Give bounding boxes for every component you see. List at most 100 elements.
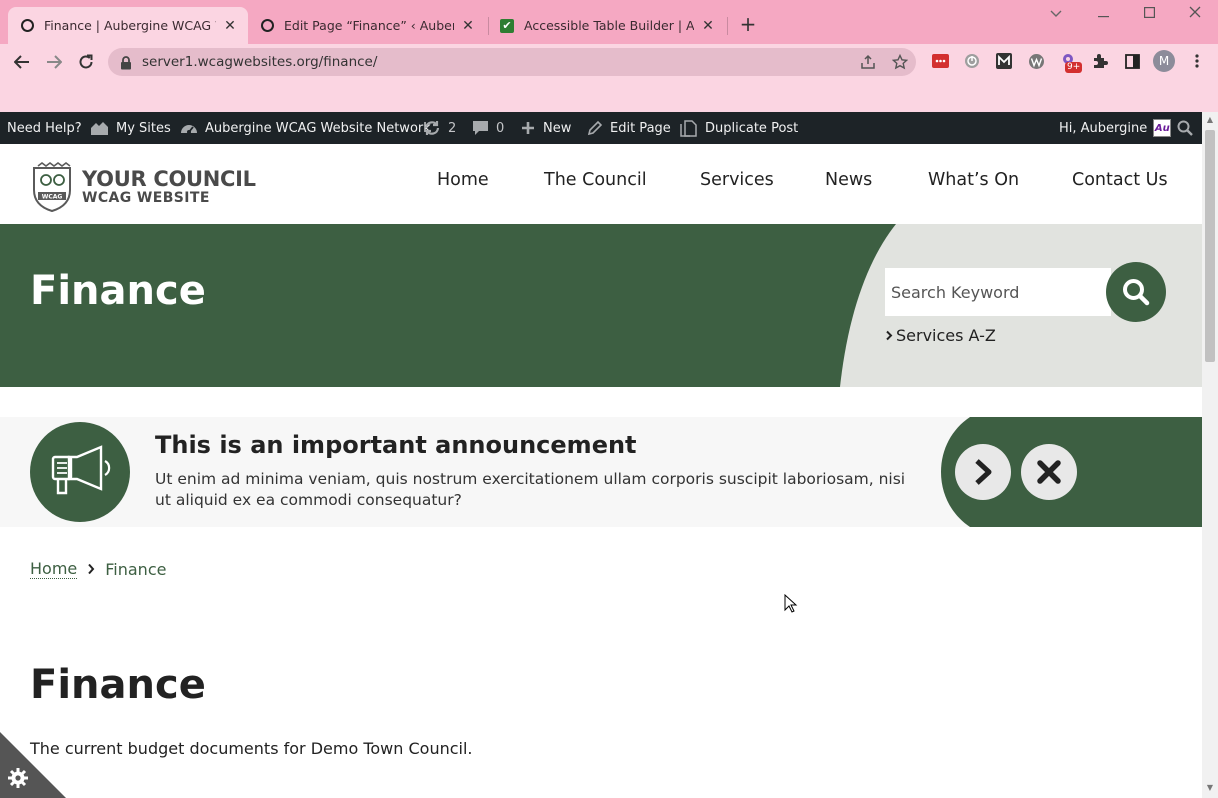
extension-power-icon[interactable] xyxy=(963,52,981,70)
wp-admin-bar: Need Help? My Sites Aubergine WCAG Websi… xyxy=(0,112,1202,144)
extension-w-icon[interactable] xyxy=(1027,52,1045,70)
search-icon xyxy=(1123,279,1150,306)
chevron-right-icon xyxy=(886,330,893,341)
my-sites-link[interactable]: My Sites xyxy=(90,112,171,144)
minimize-window-button[interactable] xyxy=(1093,6,1113,24)
nav-contact-us[interactable]: Contact Us xyxy=(1072,170,1168,194)
page-intro-text: The current budget documents for Demo To… xyxy=(30,739,473,758)
comment-bubble-icon xyxy=(473,121,488,135)
back-button[interactable] xyxy=(10,52,34,72)
gear-icon xyxy=(8,768,28,788)
need-help-link[interactable]: Need Help? xyxy=(7,112,82,144)
breadcrumb: Home Finance xyxy=(30,559,166,579)
announcement-title: This is an important announcement xyxy=(155,431,637,459)
new-tab-button[interactable]: + xyxy=(738,14,758,34)
tab-title: Finance | Aubergine WCAG Webs xyxy=(44,18,216,33)
logo-title: YOUR COUNCIL xyxy=(82,167,256,191)
houses-icon xyxy=(91,122,108,135)
mouse-cursor-icon xyxy=(784,593,798,618)
reload-button[interactable] xyxy=(74,52,98,72)
user-avatar-icon: Au xyxy=(1153,119,1172,137)
browser-menu-icon[interactable] xyxy=(1188,52,1206,70)
profile-avatar[interactable]: M xyxy=(1153,50,1175,72)
url-text: server1.wcagwebsites.org/finance/ xyxy=(142,54,378,70)
tab-finance[interactable]: Finance | Aubergine WCAG Webs ✕ xyxy=(8,7,248,44)
tab-title: Edit Page “Finance” ‹ Aubergine W xyxy=(284,18,454,33)
browser-tab-strip: Finance | Aubergine WCAG Webs ✕ Edit Pag… xyxy=(0,0,1218,44)
lock-icon xyxy=(120,55,132,74)
new-label: New xyxy=(543,120,572,136)
page-scrollbar[interactable]: ▲ ▼ xyxy=(1202,112,1218,798)
close-icon[interactable]: ✕ xyxy=(222,18,238,34)
council-crest-icon: WCAG xyxy=(33,162,71,212)
nav-whats-on[interactable]: What’s On xyxy=(928,170,1019,194)
logo-badge-text: WCAG xyxy=(42,194,63,201)
close-icon xyxy=(1037,460,1061,484)
duplicate-post-link[interactable]: Duplicate Post xyxy=(679,112,798,144)
hero-title: Finance xyxy=(30,268,206,314)
pencil-icon xyxy=(587,120,603,136)
scroll-down-arrow-icon[interactable]: ▼ xyxy=(1206,784,1214,792)
site-logo[interactable]: WCAG YOUR COUNCIL WCAG WEBSITE xyxy=(30,162,256,212)
accessibility-settings-button[interactable] xyxy=(0,732,66,798)
duplicate-icon xyxy=(680,120,697,137)
nav-news[interactable]: News xyxy=(825,170,872,194)
my-sites-label: My Sites xyxy=(116,120,171,136)
chevron-right-icon xyxy=(975,459,992,485)
greeting-label: Hi, Aubergine xyxy=(1059,120,1148,136)
account-menu[interactable]: Hi, Aubergine Au xyxy=(1059,112,1172,144)
comments-link[interactable]: 0 xyxy=(472,112,504,144)
close-window-button[interactable] xyxy=(1185,6,1205,24)
site-favicon-icon xyxy=(260,19,274,33)
tab-search-chevron-icon[interactable] xyxy=(1046,6,1066,24)
nav-the-council[interactable]: The Council xyxy=(544,170,647,194)
extensions-puzzle-icon[interactable] xyxy=(1091,52,1109,70)
search-button[interactable] xyxy=(1106,262,1166,322)
services-az-label: Services A-Z xyxy=(896,326,996,345)
page-title: Finance xyxy=(30,662,206,708)
new-content-link[interactable]: New xyxy=(520,112,571,144)
tab-edit-page[interactable]: Edit Page “Finance” ‹ Aubergine W ✕ xyxy=(248,7,486,44)
edit-page-link[interactable]: Edit Page xyxy=(587,112,671,144)
dashboard-gauge-icon xyxy=(181,125,197,134)
extension-red-icon[interactable] xyxy=(931,52,949,70)
extension-m-icon[interactable] xyxy=(995,52,1013,70)
scrollbar-thumb[interactable] xyxy=(1205,130,1215,362)
search-input[interactable] xyxy=(885,268,1111,316)
plus-icon xyxy=(522,122,534,134)
tab-title: Accessible Table Builder | Accessi xyxy=(524,18,694,33)
scroll-up-arrow-icon[interactable]: ▲ xyxy=(1206,116,1214,124)
network-link[interactable]: Aubergine WCAG Website Network xyxy=(180,112,431,144)
side-panel-icon[interactable] xyxy=(1123,52,1141,70)
close-icon[interactable]: ✕ xyxy=(700,18,716,34)
updates-count: 2 xyxy=(448,120,457,136)
services-az-link[interactable]: Services A-Z xyxy=(885,326,996,345)
breadcrumb-current: Finance xyxy=(105,559,167,579)
breadcrumb-home-link[interactable]: Home xyxy=(30,559,78,579)
announcement-body: Ut enim ad minima veniam, quis nostrum e… xyxy=(155,470,906,509)
site-favicon-icon xyxy=(20,19,34,33)
close-icon[interactable]: ✕ xyxy=(460,18,476,34)
announcement-banner: This is an important announcement Ut eni… xyxy=(0,417,1202,527)
megaphone-icon xyxy=(30,422,130,522)
hero-banner: Finance Services A-Z xyxy=(0,224,1202,387)
announcement-next-button[interactable] xyxy=(955,444,1011,500)
nav-services[interactable]: Services xyxy=(700,170,774,194)
announcement-close-button[interactable] xyxy=(1021,444,1077,500)
updates-link[interactable]: 2 xyxy=(423,112,456,144)
tab-table-builder[interactable]: ✔ Accessible Table Builder | Accessi ✕ xyxy=(488,7,726,44)
bookmark-star-icon[interactable] xyxy=(891,53,909,70)
nav-home[interactable]: Home xyxy=(437,170,489,194)
admin-search-icon[interactable] xyxy=(1177,112,1200,144)
tab-divider xyxy=(727,17,728,35)
updates-refresh-icon xyxy=(424,121,440,135)
extension-flower-icon[interactable]: 9+ xyxy=(1060,52,1083,73)
comments-count: 0 xyxy=(496,120,505,136)
address-bar[interactable]: server1.wcagwebsites.org/finance/ xyxy=(108,48,916,76)
maximize-window-button[interactable] xyxy=(1139,6,1159,24)
network-label: Aubergine WCAG Website Network xyxy=(205,120,431,136)
site-header: WCAG YOUR COUNCIL WCAG WEBSITE Home The … xyxy=(0,144,1202,224)
forward-button[interactable] xyxy=(42,52,66,72)
share-icon[interactable] xyxy=(860,54,876,70)
checkmark-icon: ✔ xyxy=(500,18,514,33)
